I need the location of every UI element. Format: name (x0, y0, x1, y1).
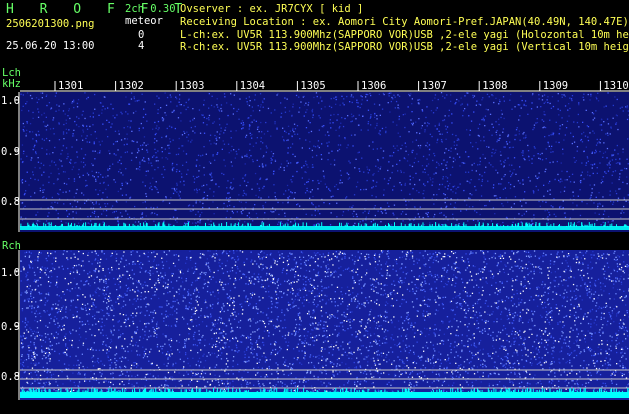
lch-waterfall (20, 92, 629, 232)
time-label: 1305 (300, 80, 325, 92)
lch-y-tick: 0.9 (1, 146, 20, 158)
time-label: 1307 (422, 80, 447, 92)
spectrogram-area: Lch kHz 1.0 0.9 0.8 Rch 1.0 0.9 0.8 1301… (0, 0, 629, 410)
y-tick-marks (15, 100, 19, 376)
time-label: 1303 (179, 80, 204, 92)
time-label: 1301 (58, 80, 83, 92)
lch-signal-strip (20, 226, 629, 230)
rch-channel-label: Rch (2, 240, 21, 252)
time-label: 1302 (119, 80, 144, 92)
time-label: 1309 (543, 80, 568, 92)
lch-unit-label: kHz (2, 78, 21, 90)
time-label: 1310 (603, 80, 628, 92)
rch-y-tick: 1.0 (1, 267, 20, 279)
time-axis: 1301 1302 1303 1304 1305 1306 1307 1308 1309 1310 (20, 80, 629, 92)
time-label: 1306 (361, 80, 386, 92)
rch-y-tick: 0.9 (1, 321, 20, 333)
lch-y-tick: 0.8 (1, 196, 20, 208)
rch-y-tick: 0.8 (1, 371, 20, 383)
lch-y-tick: 1.0 (1, 95, 20, 107)
spectrogram-svg: Lch kHz 1.0 0.9 0.8 Rch 1.0 0.9 0.8 1301… (0, 0, 629, 410)
time-label: 1304 (240, 80, 265, 92)
time-label: 1308 (482, 80, 507, 92)
